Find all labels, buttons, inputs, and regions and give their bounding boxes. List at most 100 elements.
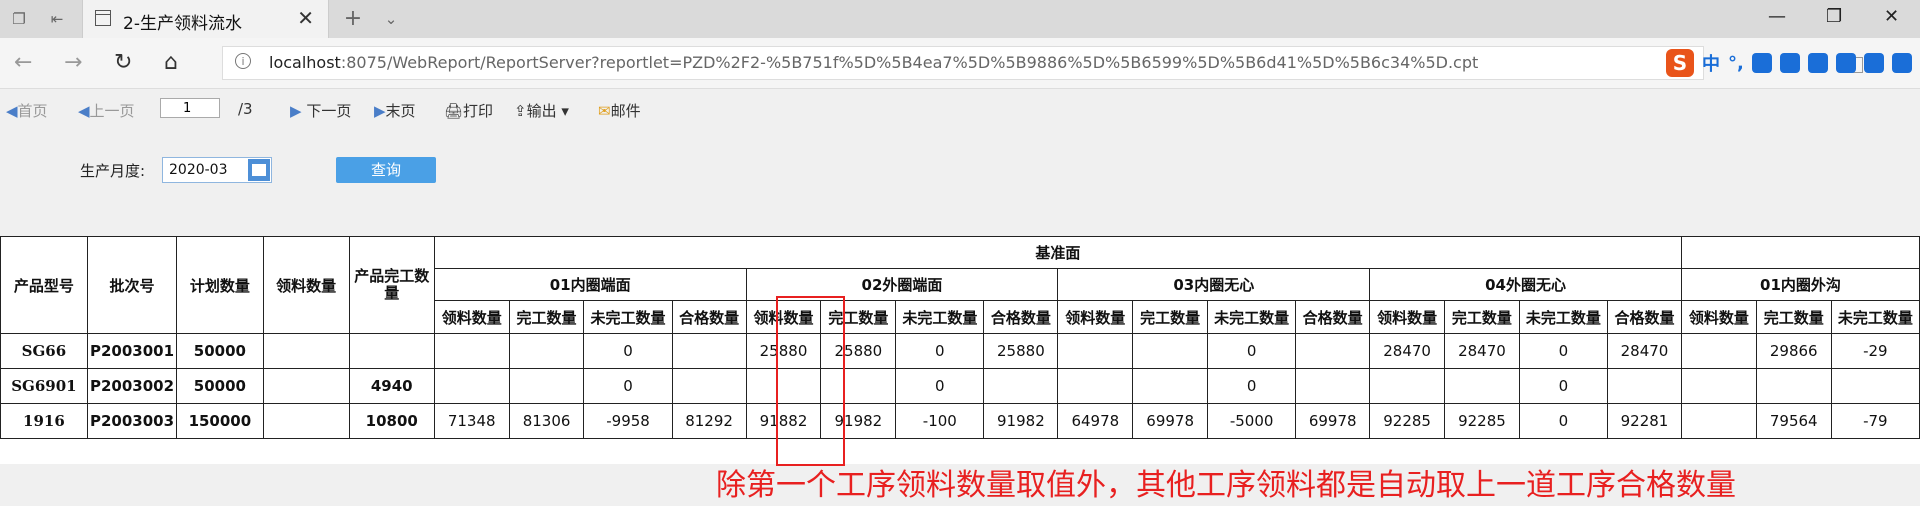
printer-icon: 🖨 xyxy=(444,102,464,120)
table-cell: 91882 xyxy=(745,403,822,439)
refresh-icon[interactable]: ↻ xyxy=(114,50,132,75)
table-cell: 0 xyxy=(895,368,985,404)
table-cell xyxy=(433,333,510,369)
prev-page-button[interactable]: ◀上一页 xyxy=(78,100,135,121)
sub-header: 未完工数量 xyxy=(1207,300,1297,334)
emoji-icon[interactable] xyxy=(1751,53,1772,73)
annotation-text: 除第一个工序领料数量取值外，其他工序领料都是自动取上一道工序合格数量 xyxy=(716,468,1736,503)
table-cell xyxy=(1830,368,1920,404)
cell-model: SG66 xyxy=(0,333,88,369)
table-cell: 81306 xyxy=(508,403,585,439)
cell-batch: P2003003 xyxy=(86,403,178,439)
table-cell: -5000 xyxy=(1207,403,1297,439)
table-row: SG66 P2003001 50000 0 25880 25880 0 25880 0 28470… xyxy=(0,333,1920,369)
table-row: 1916 P2003003 150000 10800 71348 81306 -9958 81… xyxy=(0,403,1920,439)
chevron-down-icon[interactable]: ⌄ xyxy=(380,8,402,30)
tab-bar: ❐ ⇤ 2-生产领料流水 ✕ + ⌄ — ❐ ✕ xyxy=(0,0,1920,38)
report-table-container: 产品型号 批次号 计划数量 领料数量 产品完工数量 基准面 01内圈端面 02外圈… xyxy=(0,236,1920,464)
report-table: 产品型号 批次号 计划数量 领料数量 产品完工数量 基准面 01内圈端面 02外圈… xyxy=(0,236,1920,439)
back-icon[interactable]: ← xyxy=(14,50,32,75)
sub-header: 领料数量 xyxy=(1057,300,1134,334)
new-tab-icon[interactable]: + xyxy=(342,8,364,30)
mail-button[interactable]: ✉邮件 xyxy=(598,100,641,121)
table-cell: 0 xyxy=(1518,403,1608,439)
forward-icon[interactable]: → xyxy=(64,50,82,75)
ime-chinese-mode[interactable]: 中 xyxy=(1702,50,1720,76)
table-cell: 28470 xyxy=(1444,333,1520,369)
table-cell xyxy=(1369,368,1446,404)
user-icon[interactable] xyxy=(1835,53,1856,73)
skin-icon[interactable] xyxy=(1863,53,1884,73)
close-tab-icon[interactable]: ✕ xyxy=(297,6,314,30)
table-cell xyxy=(983,368,1059,404)
table-cell: 92285 xyxy=(1444,403,1520,439)
month-input[interactable]: 2020-03 xyxy=(162,157,272,183)
address-bar: ← → ↻ ⌂ i localhost:8075/WebReport/Repor… xyxy=(0,38,1920,89)
table-cell: -9958 xyxy=(583,403,673,439)
ime-punctuation[interactable]: °, xyxy=(1728,53,1744,74)
table-cell xyxy=(671,333,747,369)
table-cell: 28470 xyxy=(1606,333,1682,369)
grid-menu-icon[interactable] xyxy=(1891,53,1912,73)
table-cell xyxy=(745,368,822,404)
month-label: 生产月度: xyxy=(80,162,146,180)
next-page-button[interactable]: ▶ 下一页 xyxy=(290,100,351,121)
microphone-icon[interactable] xyxy=(1779,53,1800,73)
calendar-icon[interactable] xyxy=(248,159,270,181)
sub-header: 完工数量 xyxy=(1755,300,1832,334)
col-header-done: 产品完工数量 xyxy=(348,236,435,334)
sub-header: 合格数量 xyxy=(983,300,1059,334)
cell-batch: P2003002 xyxy=(86,368,178,404)
table-cell xyxy=(508,333,585,369)
sub-header: 完工数量 xyxy=(820,300,897,334)
col-header-pick: 领料数量 xyxy=(262,236,350,334)
col-header-plan: 计划数量 xyxy=(176,236,264,334)
ime-toolbar: S 中 °, xyxy=(1666,46,1912,80)
keyboard-icon[interactable] xyxy=(1807,53,1828,73)
table-cell: 0 xyxy=(583,368,673,404)
sub-header: 未完工数量 xyxy=(895,300,985,334)
minimize-icon[interactable]: — xyxy=(1768,6,1786,27)
print-button[interactable]: 🖨打印 xyxy=(444,100,493,121)
process-header: 01内圈端面 xyxy=(433,268,747,301)
next-page-icon: ▶ xyxy=(290,102,302,120)
table-cell xyxy=(1057,333,1134,369)
close-window-icon[interactable]: ✕ xyxy=(1884,6,1899,27)
last-page-button[interactable]: ▶末页 xyxy=(374,100,416,121)
url-field[interactable]: i localhost:8075/WebReport/ReportServer?… xyxy=(222,46,1863,80)
process-header: 04外圈无心 xyxy=(1369,268,1682,301)
table-cell: 0 xyxy=(1518,368,1608,404)
month-value: 2020-03 xyxy=(169,162,228,178)
table-cell xyxy=(1132,368,1209,404)
tab-title: 2-生产领料流水 xyxy=(123,14,242,34)
home-icon[interactable]: ⌂ xyxy=(164,50,178,75)
export-button[interactable]: ⇪输出 ▾ xyxy=(514,100,569,121)
table-cell: 25880 xyxy=(745,333,822,369)
cell-model: SG6901 xyxy=(0,368,88,404)
sub-header: 领料数量 xyxy=(1680,300,1757,334)
site-info-icon[interactable]: i xyxy=(235,53,251,69)
query-button[interactable]: 查询 xyxy=(336,157,436,183)
col-header-model: 产品型号 xyxy=(0,236,88,334)
table-cell: 64978 xyxy=(1057,403,1134,439)
sub-header: 完工数量 xyxy=(1444,300,1520,334)
table-cell: 69978 xyxy=(1132,403,1209,439)
tab-active[interactable]: 2-生产领料流水 ✕ xyxy=(82,0,329,38)
sogou-logo-icon[interactable]: S xyxy=(1666,49,1694,77)
table-cell: 0 xyxy=(1207,368,1297,404)
tab-list-icon[interactable]: ❐ xyxy=(8,8,30,30)
url-text: localhost:8075/WebReport/ReportServer?re… xyxy=(269,53,1479,72)
first-page-button[interactable]: ◀首页 xyxy=(6,100,48,121)
table-cell: 91982 xyxy=(820,403,897,439)
table-cell xyxy=(433,368,510,404)
first-page-icon: ◀ xyxy=(6,102,18,120)
set-aside-tabs-icon[interactable]: ⇤ xyxy=(46,8,68,30)
sub-header: 合格数量 xyxy=(671,300,747,334)
export-icon: ⇪ xyxy=(514,102,527,120)
cell-batch: P2003001 xyxy=(86,333,178,369)
table-cell xyxy=(1057,368,1134,404)
sub-header: 领料数量 xyxy=(745,300,822,334)
page-number-input[interactable]: 1 xyxy=(160,98,220,118)
group-header: 基准面 xyxy=(433,236,1682,269)
restore-icon[interactable]: ❐ xyxy=(1826,6,1842,27)
